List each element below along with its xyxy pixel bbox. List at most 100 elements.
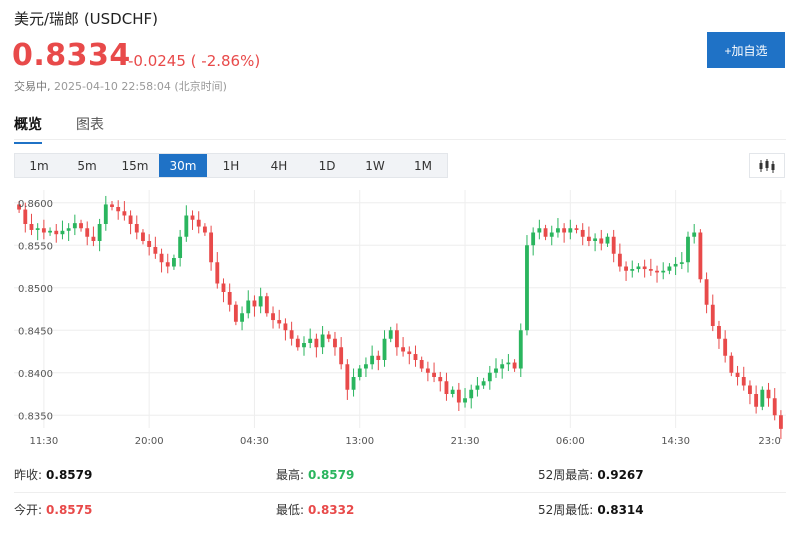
candle — [679, 252, 684, 270]
candle — [760, 386, 765, 411]
candle-body — [308, 338, 313, 343]
candle — [41, 219, 46, 240]
candle — [172, 254, 176, 270]
candle — [413, 345, 418, 367]
candle-body — [512, 362, 517, 369]
candle — [673, 257, 678, 275]
candle-body — [494, 368, 498, 373]
candle — [686, 231, 690, 273]
candle — [525, 235, 529, 336]
candle — [66, 223, 71, 241]
candle-body — [41, 228, 46, 233]
price-chart[interactable]: 0.8600 0.8550 0.8500 0.8450 0.8400 0.8350 11:3… — [14, 186, 786, 448]
candle-body — [116, 207, 121, 212]
candle — [630, 260, 635, 278]
candle-body — [562, 228, 567, 233]
candlestick-chart[interactable]: 0.8600 0.8550 0.8500 0.8450 0.8400 0.8350 11:3… — [14, 186, 786, 448]
candle — [407, 346, 412, 365]
candle — [475, 377, 480, 397]
candle-body — [178, 236, 183, 258]
candle — [487, 365, 492, 390]
candle — [512, 359, 517, 372]
candle-body — [122, 211, 127, 216]
candle-body — [444, 381, 449, 394]
x-tick-label: 14:30 — [661, 436, 690, 447]
interval-4h[interactable]: 4H — [255, 154, 303, 177]
candle — [401, 337, 406, 357]
chart-type-button[interactable] — [749, 153, 785, 178]
candle — [556, 218, 560, 238]
candle-body — [23, 209, 28, 224]
candle-body — [252, 300, 257, 307]
candle-body — [382, 338, 387, 360]
candle-body — [661, 270, 666, 273]
candle — [456, 382, 461, 411]
candle — [376, 350, 381, 371]
candle-body — [611, 236, 616, 254]
candle-body — [333, 338, 337, 348]
interval-30m[interactable]: 30m — [159, 154, 207, 177]
interval-1mo[interactable]: 1M — [399, 154, 447, 177]
candle-body — [227, 292, 232, 305]
interval-15m[interactable]: 15m — [111, 154, 159, 177]
candle — [562, 223, 567, 243]
interval-1h[interactable]: 1H — [207, 154, 255, 177]
candle-body — [772, 398, 777, 416]
candle-body — [432, 372, 436, 377]
candle-body — [128, 215, 133, 224]
candle-body — [209, 232, 214, 263]
candle — [518, 323, 523, 377]
interval-5m[interactable]: 5m — [63, 154, 111, 177]
candle-body — [85, 228, 90, 237]
candle-body — [134, 224, 139, 233]
candle — [655, 265, 659, 283]
candle-body — [425, 368, 430, 373]
interval-1m[interactable]: 1m — [15, 154, 63, 177]
candle — [215, 252, 220, 289]
y-tick-label: 0.8550 — [18, 241, 53, 252]
candle — [221, 278, 226, 303]
candle — [611, 229, 616, 263]
candle-body — [735, 372, 740, 377]
candle — [277, 309, 282, 329]
y-tick-label: 0.8600 — [18, 199, 53, 210]
candle — [710, 294, 715, 332]
candle — [326, 331, 331, 343]
candle — [778, 410, 783, 440]
candle-body — [91, 236, 96, 241]
interval-1d[interactable]: 1D — [303, 154, 351, 177]
candle-body — [766, 389, 771, 399]
candle — [159, 248, 164, 273]
candle — [494, 358, 498, 378]
candle-body — [97, 224, 102, 241]
candle-body — [159, 253, 164, 263]
candle-body — [351, 377, 356, 390]
candle — [91, 226, 96, 247]
candle-body — [655, 270, 659, 273]
candle-body — [172, 258, 176, 267]
candle — [333, 331, 337, 356]
candle-body — [339, 347, 344, 365]
x-tick-label: 21:30 — [451, 436, 480, 447]
stats-row: 今开: 0.8575 最低: 0.8332 52周最低: 0.8314 — [14, 492, 786, 526]
candle — [141, 229, 145, 245]
candle-body — [283, 323, 288, 331]
y-tick-label: 0.8350 — [18, 411, 53, 422]
quote-timestamp: 2025-04-10 22:58:04 (北京时间) — [54, 80, 227, 93]
candle — [593, 233, 598, 252]
candle-body — [456, 389, 461, 403]
candle-body — [357, 368, 362, 377]
candle — [636, 263, 641, 273]
candle — [481, 377, 486, 389]
candle — [723, 330, 728, 363]
add-watchlist-button[interactable]: +加自选 — [707, 32, 785, 68]
candle — [79, 219, 83, 232]
interval-1w[interactable]: 1W — [351, 154, 399, 177]
candle — [642, 259, 647, 278]
candle-body — [463, 398, 467, 403]
candle-body — [419, 360, 424, 369]
price-change: -0.0245 ( -2.86%) — [128, 52, 261, 70]
candle — [240, 306, 244, 331]
trading-status: 交易中, 2025-04-10 22:58:04 (北京时间) — [14, 78, 227, 94]
x-tick-label: 06:00 — [556, 436, 585, 447]
